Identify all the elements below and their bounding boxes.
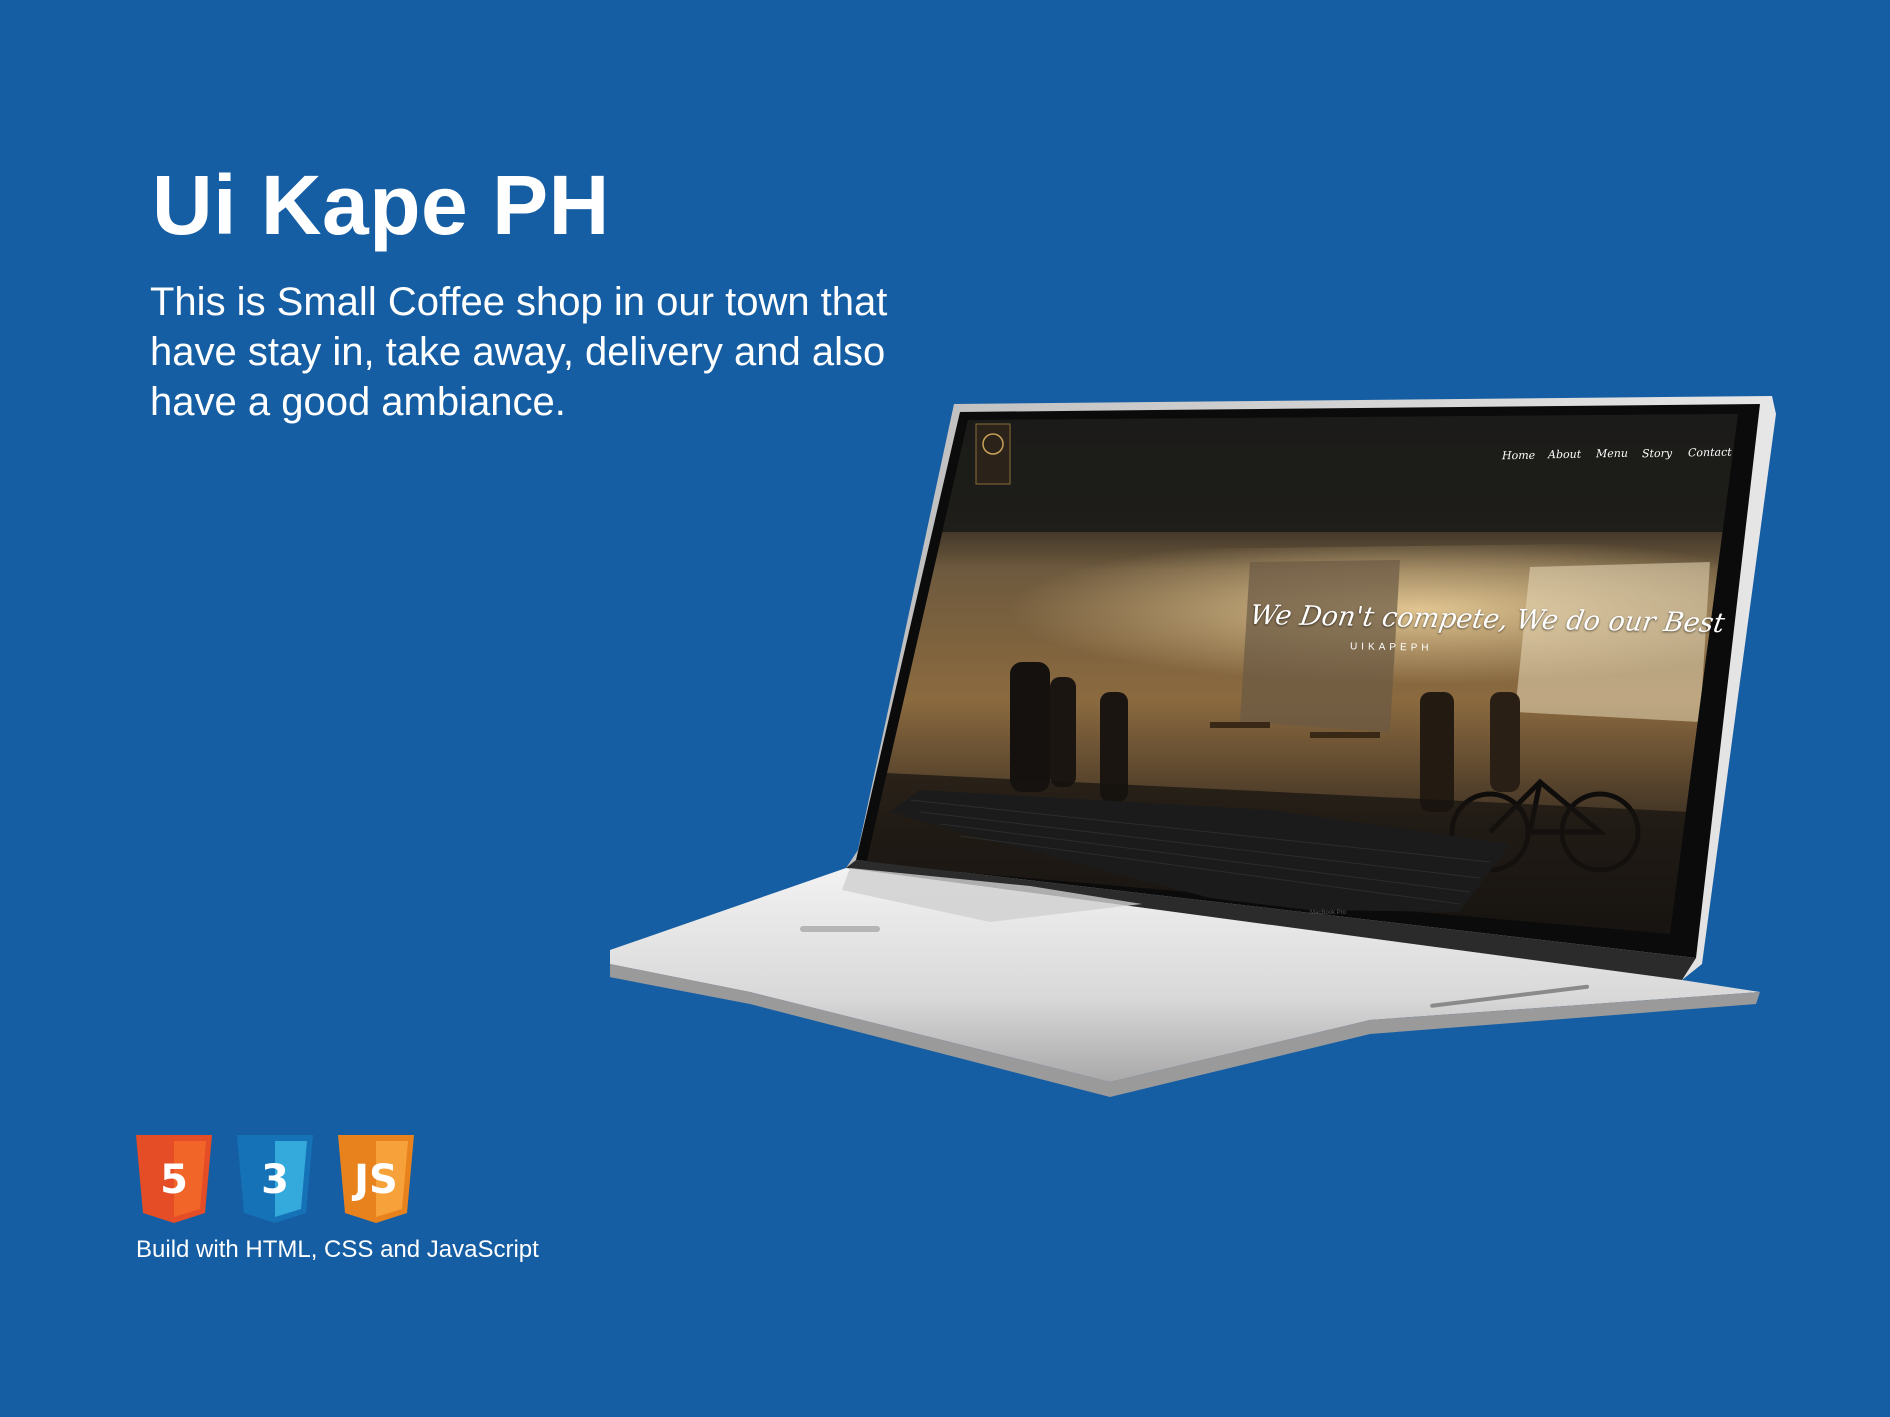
description-line: have stay in, take away, delivery and al… xyxy=(150,330,886,374)
nav-story-link[interactable]: Story xyxy=(1642,447,1672,461)
javascript-label: JS xyxy=(354,1157,398,1203)
footer-tech-text: Build with HTML, CSS and JavaScript xyxy=(136,1236,539,1263)
javascript-icon: JS xyxy=(338,1135,414,1223)
page-title: Ui Kape PH xyxy=(152,158,610,252)
css3-label: 3 xyxy=(261,1157,289,1203)
nav-contact-link[interactable]: Contact xyxy=(1688,446,1732,460)
html5-label: 5 xyxy=(160,1157,188,1203)
description-line: This is Small Coffee shop in our town th… xyxy=(150,280,888,324)
laptop-illustration xyxy=(610,396,1776,1097)
css3-icon: 3 xyxy=(237,1135,313,1223)
nav-home-link[interactable]: Home xyxy=(1502,449,1535,463)
html5-icon: 5 xyxy=(136,1135,212,1223)
laptop-mockup: Home About Menu Story Contact We Don't c… xyxy=(610,392,1790,1102)
nav-about-link[interactable]: About xyxy=(1548,448,1581,462)
nav-menu-link[interactable]: Menu xyxy=(1596,447,1628,461)
